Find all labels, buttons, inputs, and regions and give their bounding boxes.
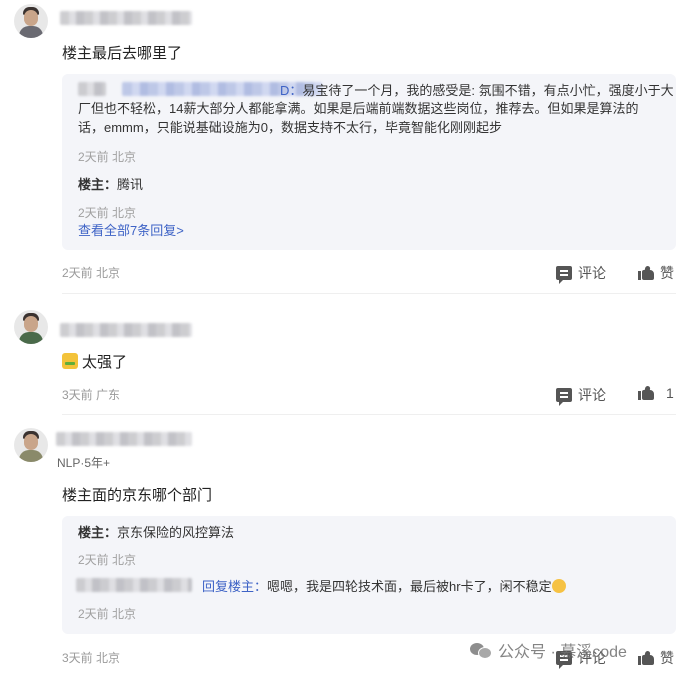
reply-meta: 2天前 北京 [78,150,137,164]
divider [62,414,676,415]
like-button[interactable]: 1 [638,385,674,401]
reply-content: 楼主：腾讯 [78,177,144,192]
comment-icon [556,266,572,284]
comment-icon [556,388,572,406]
emoji-icon [62,353,78,369]
wechat-icon [470,641,492,659]
reply-meta: 2天前 北京 [78,607,137,621]
reply-meta: 2天前 北京 [78,553,137,567]
reply-content: D：易宝待了一个月，我的感受是: 氛围不错，有点小忙，强度小于大 [280,83,674,98]
like-button[interactable]: 赞 [638,648,674,668]
comment-text: 太强了 [62,351,127,372]
comment-text: 楼主面的京东哪个部门 [62,487,213,504]
emoji-icon [551,579,566,593]
reply-username-blurred[interactable] [78,82,106,96]
username-blurred[interactable] [60,11,192,25]
watermark: 公众号 · 慕溪code [470,638,627,662]
like-button[interactable]: 赞 [638,263,674,283]
avatar[interactable] [14,310,48,344]
thumbs-up-icon [638,265,654,280]
reply-box: 楼主：京东保险的风控算法 2天前 北京 回复楼主：嗯嗯，我是四轮技术面，最后被h… [62,516,676,634]
reply-content: 回复楼主：嗯嗯，我是四轮技术面，最后被hr卡了，闲不稳定 [202,578,566,596]
view-all-replies-link[interactable]: 查看全部7条回复> [78,222,184,240]
comment-meta: 3天前 北京 [62,651,121,665]
reply-username-blurred[interactable] [76,578,192,592]
username-blurred[interactable] [60,323,192,337]
divider [62,293,676,294]
reply-content: 楼主：京东保险的风控算法 [78,525,235,540]
thumbs-up-icon [638,385,654,400]
username-blurred[interactable] [56,432,192,446]
comment-button[interactable]: 评论 [556,385,606,406]
reply-meta: 2天前 北京 [78,206,137,220]
comment-item: 楼主最后去哪里了 D：易宝待了一个月，我的感受是: 氛围不错，有点小忙，强度小于… [0,0,692,294]
comment-text: 楼主最后去哪里了 [62,45,183,62]
reply-box: D：易宝待了一个月，我的感受是: 氛围不错，有点小忙，强度小于大 厂但也不轻松，… [62,74,676,250]
thumbs-up-icon [638,650,654,665]
comment-meta: 3天前 广东 [62,388,121,402]
avatar[interactable] [14,428,48,462]
avatar[interactable] [14,4,48,38]
user-subtitle: NLP·5年+ [57,456,111,470]
comment-button[interactable]: 评论 [556,263,606,284]
reply-content: 话，emmm，只能说基础设施为0，数据支持不太行，毕竟智能化刚刚起步 [78,120,502,135]
comment-meta: 2天前 北京 [62,266,121,280]
reply-content: 厂但也不轻松，14薪大部分人都能拿满。如果是后端前端数据这些岗位，推荐去。但如果… [78,101,639,116]
comment-item: 太强了 3天前 广东 评论 1 [0,300,692,415]
